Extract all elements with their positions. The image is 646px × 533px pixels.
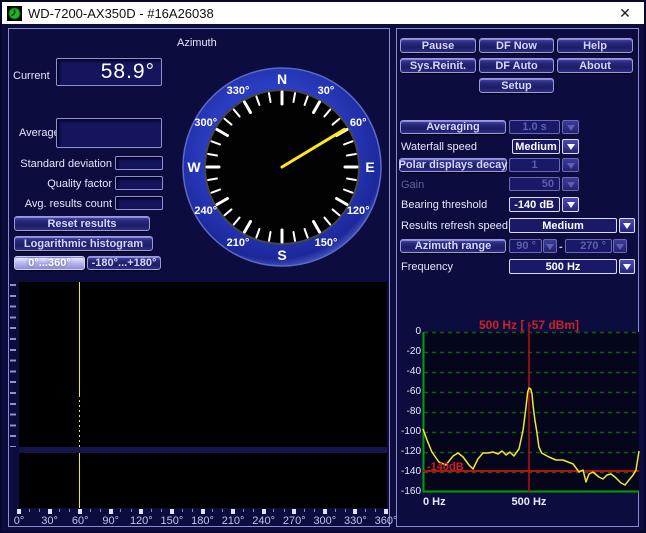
spectrum-x-axis-labels: 0 Hz 500 Hz <box>397 29 638 526</box>
app-icon <box>7 6 22 21</box>
azimuth-compass: N 30° 60° E 120° 150° S 210° 240° W 300° 330° <box>181 66 383 268</box>
azimuth-axis-tick-label: 30° <box>33 515 67 527</box>
waterfall-bearing-trace-dotted <box>79 395 80 447</box>
azimuth-axis-tick <box>323 509 327 514</box>
azimuth-axis-tick <box>29 509 30 512</box>
title-bar[interactable]: WD-7200-AX350D - #16A26038 ✕ <box>2 2 644 24</box>
avg-results-count-display <box>115 196 163 210</box>
azimuth-axis-tick <box>109 509 113 514</box>
reset-results-button[interactable]: Reset results <box>14 216 150 231</box>
range-pm180-toggle[interactable]: -180°...+180° <box>87 256 161 270</box>
azimuth-axis-tick-label: 60° <box>63 515 97 527</box>
azimuth-axis-tick <box>273 509 274 512</box>
azimuth-axis-tick-label: 270° <box>277 515 311 527</box>
range-0-360-toggle[interactable]: 0°...360° <box>14 256 85 270</box>
std-deviation-display <box>115 156 163 170</box>
app-window: WD-7200-AX350D - #16A26038 ✕ Azimuth Cur… <box>0 0 646 533</box>
azimuth-axis-tick <box>48 509 52 514</box>
azimuth-axis-tick <box>284 509 285 512</box>
azimuth-axis-tick <box>222 509 223 512</box>
azimuth-heading: Azimuth <box>177 37 217 49</box>
azimuth-axis-tick <box>243 509 244 512</box>
azimuth-axis-tick <box>375 509 376 512</box>
waterfall-bearing-trace <box>79 282 80 395</box>
compass-cardinal-label: W <box>187 159 201 175</box>
azimuth-axis-tick <box>139 509 143 514</box>
current-bearing-display: 58.9° <box>56 58 162 86</box>
azimuth-axis-tick <box>335 509 336 512</box>
compass-degree-label: 240° <box>194 205 217 217</box>
azimuth-axis-tick <box>131 509 132 512</box>
window-title: WD-7200-AX350D - #16A26038 <box>28 6 214 21</box>
azimuth-axis-tick <box>78 509 82 514</box>
compass-cardinal-label: E <box>365 159 374 175</box>
std-deviation-label: Standard deviation <box>9 158 112 170</box>
azimuth-axis-tick <box>120 509 121 512</box>
azimuth-axis-tick-label: 90° <box>94 515 128 527</box>
azimuth-axis-tick <box>90 509 91 512</box>
azimuth-axis-tick <box>314 509 315 512</box>
azimuth-axis: 0°30°60°90°120°150°180°210°240°270°300°3… <box>9 508 389 527</box>
azimuth-axis-tick-label: 300° <box>308 515 342 527</box>
azimuth-axis-tick-label: 150° <box>155 515 189 527</box>
azimuth-axis-tick <box>100 509 101 512</box>
quality-factor-display <box>115 176 163 190</box>
logarithmic-histogram-button[interactable]: Logarithmic histogram <box>14 236 153 251</box>
average-bearing-display <box>56 118 162 148</box>
azimuth-axis-tick <box>365 509 366 512</box>
azimuth-axis-tick <box>161 509 162 512</box>
azimuth-axis-tick <box>231 509 235 514</box>
azimuth-axis-tick <box>192 509 193 512</box>
azimuth-axis-tick <box>182 509 183 512</box>
azimuth-axis-tick <box>253 509 254 512</box>
quality-factor-label: Quality factor <box>9 178 112 190</box>
histogram-bearing-bar <box>79 453 80 508</box>
azimuth-axis-tick <box>292 509 296 514</box>
current-label: Current <box>13 70 50 82</box>
compass-cardinal-label: S <box>277 247 286 263</box>
spectrum-x-tick-label: 0 Hz <box>423 496 446 508</box>
control-panel: Pause DF Now Help Sys.Reinit. DF Auto Ab… <box>396 28 639 527</box>
azimuth-axis-tick-label: 180° <box>186 515 220 527</box>
azimuth-axis-tick <box>170 509 174 514</box>
waterfall-time-ticks <box>10 284 16 447</box>
azimuth-axis-tick-label: 240° <box>247 515 281 527</box>
azimuth-axis-tick <box>201 509 205 514</box>
azimuth-axis-tick <box>304 509 305 512</box>
azimuth-axis-tick <box>212 509 213 512</box>
azimuth-axis-tick <box>17 509 21 514</box>
azimuth-axis-tick <box>262 509 266 514</box>
azimuth-axis-tick <box>384 509 388 514</box>
azimuth-axis-tick-label: 330° <box>338 515 372 527</box>
compass-degree-label: 30° <box>318 85 335 97</box>
azimuth-panel: Azimuth Current 58.9° Average Standard d… <box>8 28 390 527</box>
compass-degree-label: 210° <box>227 237 250 249</box>
compass-degree-label: 150° <box>315 237 338 249</box>
average-label: Average <box>19 127 60 139</box>
compass-degree-label: 300° <box>194 117 217 129</box>
bearing-histogram <box>19 453 387 508</box>
compass-degree-label: 330° <box>227 85 250 97</box>
close-button[interactable]: ✕ <box>610 2 640 24</box>
avg-results-count-label: Avg. results count <box>9 198 112 210</box>
compass-degree-label: 120° <box>347 205 370 217</box>
azimuth-axis-tick-label: 210° <box>216 515 250 527</box>
azimuth-axis-tick <box>345 509 346 512</box>
azimuth-axis-tick <box>353 509 357 514</box>
azimuth-axis-tick-label: 120° <box>124 515 158 527</box>
azimuth-axis-tick-label: 0° <box>2 515 36 527</box>
azimuth-axis-tick <box>59 509 60 512</box>
compass-degree-label: 60° <box>350 117 367 129</box>
spectrum-x-tick-label: 500 Hz <box>512 496 547 508</box>
azimuth-axis-tick <box>69 509 70 512</box>
compass-cardinal-label: N <box>277 71 287 87</box>
azimuth-axis-tick <box>39 509 40 512</box>
bearing-waterfall <box>19 282 387 447</box>
azimuth-axis-tick <box>151 509 152 512</box>
